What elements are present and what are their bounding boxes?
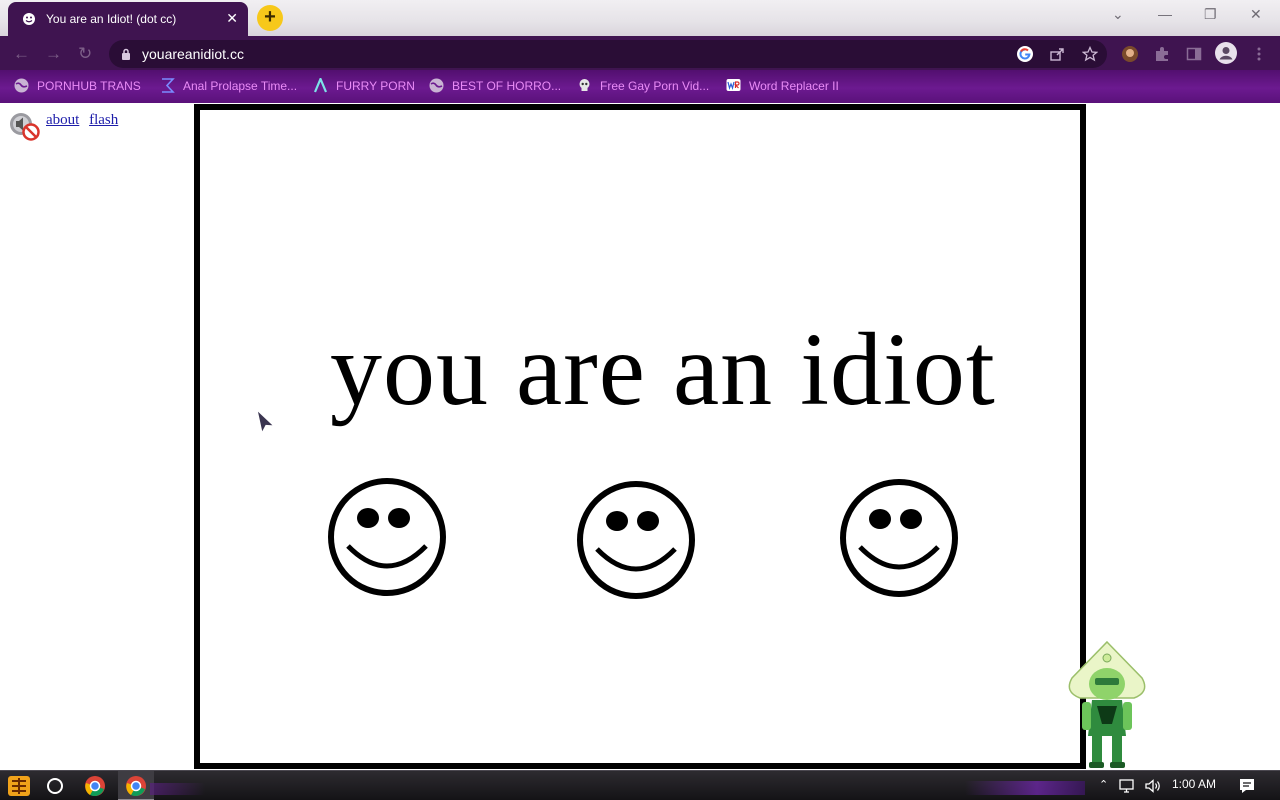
muted-speaker-icon[interactable] bbox=[8, 111, 40, 141]
taskbar-glow bbox=[150, 783, 205, 795]
close-window-button[interactable]: ✕ bbox=[1250, 6, 1262, 23]
bookmarks-bar: PORNHUB TRANS Anal Prolapse Time... FURR… bbox=[0, 70, 1280, 103]
bookmark-item[interactable]: FURRY PORN bbox=[313, 76, 415, 93]
restore-button[interactable]: ❐ bbox=[1204, 6, 1217, 23]
globe-icon bbox=[429, 78, 444, 93]
profile-icon[interactable] bbox=[1215, 42, 1237, 64]
forward-button[interactable]: → bbox=[45, 44, 62, 64]
back-button[interactable]: ← bbox=[13, 44, 30, 64]
tray-expand-button[interactable]: ⌃ bbox=[1099, 778, 1108, 791]
lock-icon bbox=[121, 47, 131, 60]
lambda-icon bbox=[313, 76, 328, 93]
tab-active[interactable]: You are an Idiot! (dot cc) ✕ bbox=[8, 2, 248, 36]
share-icon[interactable] bbox=[1049, 46, 1065, 62]
taskbar-glow bbox=[965, 781, 1085, 795]
clock-time[interactable]: 1:00 AM bbox=[1172, 777, 1216, 791]
smiley-face-icon bbox=[328, 478, 446, 596]
tab-strip: You are an Idiot! (dot cc) ✕ + ⌄ — ❐ ✕ bbox=[0, 0, 1280, 36]
menu-kebab-icon[interactable] bbox=[1250, 45, 1268, 63]
start-button-icon[interactable] bbox=[6, 774, 32, 798]
bookmark-item[interactable]: BEST OF HORRO... bbox=[429, 78, 561, 93]
smiley-face-icon bbox=[577, 481, 695, 599]
minimize-button[interactable]: — bbox=[1158, 6, 1172, 22]
about-link[interactable]: about bbox=[46, 112, 79, 128]
smiley-favicon-icon bbox=[22, 12, 36, 26]
globe-icon bbox=[14, 78, 29, 93]
flash-link[interactable]: flash bbox=[89, 112, 118, 128]
notifications-icon[interactable] bbox=[1237, 776, 1257, 796]
cartoon-character-sticker-icon bbox=[1068, 640, 1146, 768]
extensions-puzzle-icon[interactable] bbox=[1153, 45, 1171, 63]
taskbar: ⌃ 1:00 AM bbox=[0, 770, 1280, 800]
reload-button[interactable]: ↻ bbox=[78, 44, 92, 64]
bookmark-item[interactable]: Word Replacer II bbox=[726, 78, 839, 93]
address-bar[interactable]: youareanidiot.cc bbox=[109, 40, 1107, 68]
url-text[interactable]: youareanidiot.cc bbox=[142, 46, 244, 62]
page-content: about flash you are an idiot bbox=[0, 103, 1280, 770]
bookmark-star-icon[interactable] bbox=[1081, 45, 1099, 62]
volume-icon[interactable] bbox=[1143, 776, 1163, 796]
flash-stage[interactable]: you are an idiot bbox=[194, 104, 1086, 769]
extension-avatar-icon[interactable] bbox=[1121, 45, 1139, 63]
search-circle-icon[interactable] bbox=[44, 775, 66, 797]
headline-text: you are an idiot bbox=[330, 312, 996, 427]
tab-close-button[interactable]: ✕ bbox=[226, 10, 238, 27]
top-links: about flash bbox=[46, 112, 124, 129]
tab-search-button[interactable]: ⌄ bbox=[1112, 6, 1124, 23]
tab-title: You are an Idiot! (dot cc) bbox=[46, 12, 177, 26]
bookmark-item[interactable]: Free Gay Porn Vid... bbox=[577, 78, 709, 93]
smiley-face-icon bbox=[840, 479, 958, 597]
wr-icon bbox=[726, 78, 741, 93]
bookmark-item[interactable]: Anal Prolapse Time... bbox=[160, 78, 297, 93]
bookmark-item[interactable]: PORNHUB TRANS bbox=[14, 78, 141, 93]
mouse-cursor-icon bbox=[256, 409, 276, 435]
side-panel-icon[interactable] bbox=[1185, 45, 1203, 63]
skull-icon bbox=[577, 78, 592, 93]
toolbar: ← → ↻ youareanidiot.cc bbox=[0, 36, 1280, 70]
chrome-icon[interactable] bbox=[84, 775, 106, 797]
sigma-icon bbox=[160, 78, 175, 93]
network-icon[interactable] bbox=[1117, 776, 1137, 796]
chrome-active-icon[interactable] bbox=[125, 775, 147, 797]
new-tab-button[interactable]: + bbox=[257, 5, 283, 31]
google-icon[interactable] bbox=[1017, 46, 1033, 62]
